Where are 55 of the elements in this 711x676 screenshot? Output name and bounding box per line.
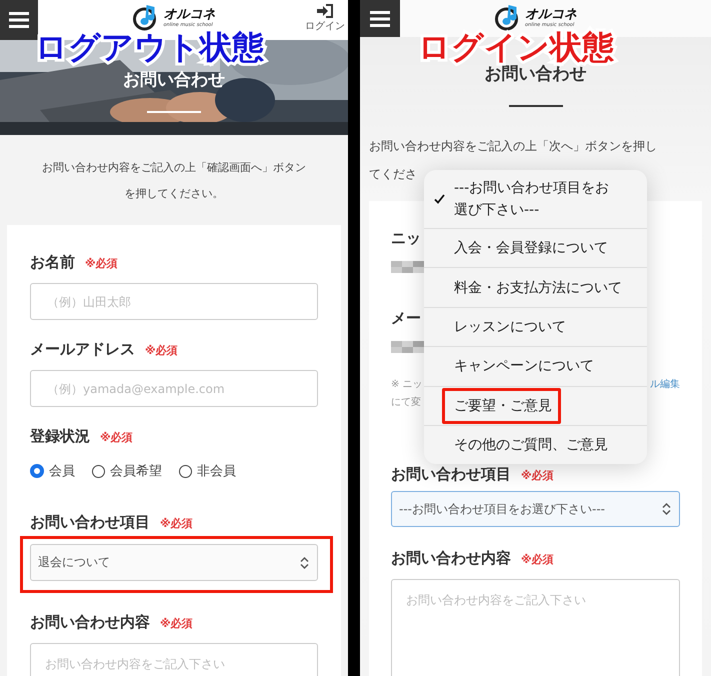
required-mark: ※必須 xyxy=(85,256,118,271)
dropdown-option[interactable]: ご要望・ご意見 xyxy=(424,386,647,425)
required-mark: ※必須 xyxy=(100,430,133,445)
menu-button[interactable] xyxy=(0,0,38,40)
field-label: ニッ xyxy=(391,229,421,248)
select-field[interactable]: 退会について xyxy=(30,544,318,581)
dropdown-option[interactable]: 入会・会員登録について xyxy=(424,228,647,268)
annotation-label: ログアウト状態 xyxy=(35,27,264,68)
dropdown-option[interactable]: キャンペーンについて xyxy=(424,346,647,386)
radio-option[interactable]: 会員 xyxy=(30,462,75,480)
chevron-icon xyxy=(662,503,671,515)
radio-option[interactable]: 会員希望 xyxy=(92,462,162,480)
menu-icon xyxy=(9,12,29,28)
required-mark: ※必須 xyxy=(145,343,178,358)
field-label: お問い合わせ項目 xyxy=(391,465,511,484)
field-label: お名前 xyxy=(30,253,75,272)
music-note-logo-icon xyxy=(494,3,520,31)
logo-wordmark: オルコネ xyxy=(525,6,577,22)
login-button[interactable]: ログイン xyxy=(305,4,345,33)
chevron-icon xyxy=(300,556,309,568)
note-text: ※ ニッ xyxy=(391,378,423,391)
page-title: お問い合わせ xyxy=(484,63,586,85)
textarea-field[interactable]: お問い合わせ内容をご記入下さい xyxy=(391,579,680,676)
instruction-text: お問い合わせ内容をご記入の上「次へ」ボタンを押し xyxy=(369,138,657,155)
field-label: 登録状況 xyxy=(30,427,90,446)
required-mark: ※必須 xyxy=(160,616,193,631)
required-mark: ※必須 xyxy=(160,516,193,531)
required-mark: ※必須 xyxy=(521,552,554,567)
note-text: にて変 xyxy=(391,396,421,409)
textarea-field[interactable]: お問い合わせ内容をご記入下さい xyxy=(30,643,318,676)
login-icon xyxy=(317,4,333,18)
page-title: お問い合わせ xyxy=(123,69,225,91)
edit-link[interactable]: ル編集 xyxy=(650,377,680,391)
required-mark: ※必須 xyxy=(521,468,554,483)
field-label: お問い合わせ項目 xyxy=(30,513,150,532)
input-field[interactable]: （例）山田太郎 xyxy=(30,283,318,320)
field-label: メー xyxy=(391,309,421,328)
dropdown-option[interactable]: 料金・お支払方法について xyxy=(424,267,647,307)
dropdown-option[interactable]: ---お問い合わせ項目をお選び下さい--- xyxy=(424,170,647,228)
logo-wordmark: オルコネ xyxy=(164,6,216,22)
annotation-label: ログイン状態 xyxy=(418,27,614,66)
radio-option[interactable]: 非会員 xyxy=(179,462,236,480)
music-note-logo-icon xyxy=(132,3,158,31)
instruction-text: てくださ xyxy=(369,166,417,183)
dropdown-option[interactable]: その他のご質問、ご意見 xyxy=(424,424,647,464)
field-label: メールアドレス xyxy=(30,340,135,359)
menu-button[interactable] xyxy=(360,0,400,37)
menu-icon xyxy=(370,10,390,26)
select-field[interactable]: ---お問い合わせ項目をお選び下さい--- xyxy=(391,491,680,527)
field-label: お問い合わせ内容 xyxy=(391,549,511,568)
instruction-text: を押してください。 xyxy=(124,186,224,202)
instruction-text: お問い合わせ内容をご記入の上「確認画面へ」ボタン xyxy=(42,160,306,176)
field-label: お問い合わせ内容 xyxy=(30,613,150,632)
dropdown-option[interactable]: レッスンについて xyxy=(424,306,647,346)
input-field[interactable]: （例）yamada@example.com xyxy=(30,370,318,407)
